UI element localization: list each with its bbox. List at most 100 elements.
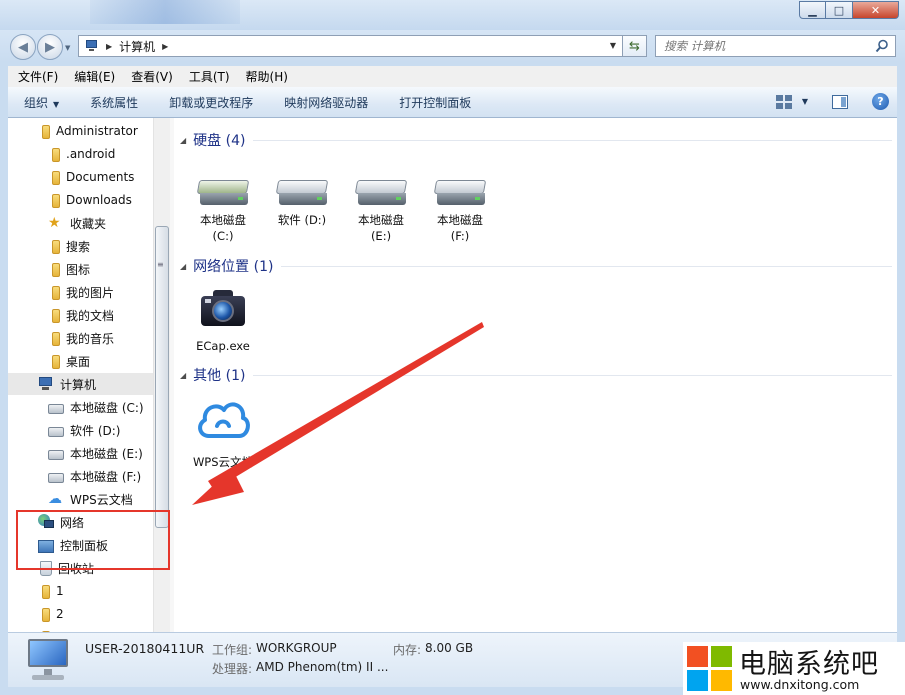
camera-icon [197, 284, 249, 334]
nav-label: 本地磁盘 (F:) [70, 469, 142, 484]
drive-tile-f[interactable]: 本地磁盘 (F:) [425, 180, 495, 244]
desktop-folder-icon [52, 354, 60, 369]
title-bar: ▁ □ ✕ [0, 0, 905, 30]
close-button[interactable]: ✕ [853, 1, 899, 19]
drive-icon [48, 472, 64, 483]
folder-icon [42, 584, 50, 599]
search-icon[interactable] [875, 39, 889, 53]
breadcrumb-computer[interactable]: 计算机 [119, 38, 155, 55]
group-header-hard-disks[interactable]: ◢ 硬盘 (4) [180, 130, 892, 150]
tile-label: (F:) [450, 229, 470, 243]
open-control-panel-button[interactable]: 打开控制面板 [379, 94, 482, 111]
nav-label: 我的文档 [66, 308, 115, 323]
group-header-other[interactable]: ◢ 其他 (1) [180, 365, 892, 385]
tile-label: (E:) [370, 229, 392, 243]
maximize-button[interactable]: □ [826, 1, 853, 19]
nav-item-my-documents[interactable]: 我的文档 [48, 304, 114, 326]
tile-label: 本地磁盘 [200, 213, 246, 227]
scrollbar-thumb[interactable] [155, 226, 169, 528]
map-network-drive-button[interactable]: 映射网络驱动器 [264, 94, 379, 111]
nav-item-favorites[interactable]: ★ 收藏夹 [48, 212, 106, 234]
memory-value: 8.00 GB [425, 641, 474, 655]
back-button[interactable]: ◀ [10, 34, 36, 60]
nav-label: Downloads [66, 193, 132, 207]
drive-tile-d[interactable]: 软件 (D:) [267, 180, 337, 228]
view-controls: ▼ ? [775, 93, 889, 110]
nav-label: 2 [56, 607, 64, 621]
drive-tile-e[interactable]: 本地磁盘 (E:) [346, 180, 416, 244]
collapse-triangle-icon[interactable]: ◢ [180, 136, 186, 145]
nav-item-drive-e[interactable]: 本地磁盘 (E:) [48, 442, 143, 464]
recent-pages-dropdown-icon[interactable]: ▼ [65, 44, 70, 52]
watermark: 电脑系统吧 www.dnxitong.com [683, 642, 905, 695]
nav-label: 图标 [66, 262, 91, 277]
tile-label: 软件 (D:) [277, 213, 327, 227]
memory-label: 内存: [393, 643, 422, 657]
breadcrumb-separator-icon[interactable]: ▶ [106, 42, 112, 51]
menu-file[interactable]: 文件(F) [10, 68, 66, 85]
window-controls: ▁ □ ✕ [799, 1, 899, 19]
menu-view[interactable]: 查看(V) [123, 68, 181, 85]
nav-item-android[interactable]: .android [48, 143, 115, 165]
nav-label: Documents [66, 170, 135, 184]
system-hard-drive-icon [196, 180, 250, 208]
nav-item-drive-f[interactable]: 本地磁盘 (F:) [48, 465, 141, 487]
grip-icon: ≡ [157, 260, 164, 269]
music-folder-icon [52, 331, 60, 346]
wps-cloud-tile[interactable]: WPS云文档 [188, 396, 258, 470]
user-folder-icon [42, 124, 50, 139]
search-box[interactable] [655, 35, 896, 57]
nav-item-documents[interactable]: Documents [48, 166, 134, 188]
menu-edit[interactable]: 编辑(E) [66, 68, 123, 85]
drive-icon [48, 426, 64, 437]
system-properties-button[interactable]: 系统属性 [70, 94, 149, 111]
forward-button[interactable]: ▶ [37, 34, 63, 60]
address-bar[interactable]: ▶ 计算机 ▶ ▼ [78, 35, 623, 57]
collapse-triangle-icon[interactable]: ◢ [180, 371, 186, 380]
drive-tile-c[interactable]: 本地磁盘 (C:) [188, 180, 258, 244]
breadcrumb-separator-icon[interactable]: ▶ [162, 42, 168, 51]
cloud-icon: ☁ [48, 491, 62, 507]
uninstall-program-button[interactable]: 卸载或更改程序 [149, 94, 264, 111]
nav-item-downloads[interactable]: Downloads [48, 189, 132, 211]
nav-item-search[interactable]: 搜索 [48, 235, 90, 257]
nav-item-drive-c[interactable]: 本地磁盘 (C:) [48, 396, 144, 418]
nav-label: 1 [56, 584, 64, 598]
wps-cloud-icon [193, 396, 253, 448]
pictures-folder-icon [52, 285, 60, 300]
help-icon[interactable]: ? [872, 93, 889, 110]
windows-logo-icon [687, 646, 733, 692]
view-options-dropdown-icon[interactable]: ▼ [802, 97, 808, 106]
preview-pane-icon[interactable] [832, 94, 848, 109]
nav-label: 本地磁盘 (E:) [70, 446, 143, 461]
group-title: 硬盘 (4) [193, 133, 246, 149]
documents-folder-icon [52, 308, 60, 323]
nav-item-music[interactable]: 我的音乐 [48, 327, 114, 349]
highlight-box [16, 510, 170, 570]
nav-item-administrator[interactable]: Administrator [38, 120, 138, 142]
group-header-network-locations[interactable]: ◢ 网络位置 (1) [180, 256, 892, 276]
ecap-tile[interactable]: ECap.exe [188, 284, 258, 354]
menu-tools[interactable]: 工具(T) [181, 68, 238, 85]
nav-item-drive-d[interactable]: 软件 (D:) [48, 419, 120, 441]
refresh-button[interactable]: ⇆ [623, 35, 647, 57]
menu-help[interactable]: 帮助(H) [238, 68, 296, 85]
nav-label: WPS云文档 [70, 492, 133, 507]
workgroup-label: 工作组: [212, 643, 253, 657]
nav-item-folder-1[interactable]: 1 [38, 580, 64, 602]
address-dropdown-icon[interactable]: ▼ [610, 41, 616, 50]
minimize-button[interactable]: ▁ [799, 1, 826, 19]
organize-button[interactable]: 组织 ▼ [8, 94, 70, 111]
nav-item-computer[interactable]: 计算机 [8, 373, 153, 395]
tile-label: WPS云文档 [192, 455, 254, 469]
change-view-icon[interactable] [775, 94, 792, 109]
nav-item-pictures[interactable]: 我的图片 [48, 281, 114, 303]
collapse-triangle-icon[interactable]: ◢ [180, 262, 186, 271]
chevron-down-icon: ▼ [53, 99, 60, 109]
nav-item-wps-cloud[interactable]: ☁ WPS云文档 [48, 488, 133, 510]
nav-item-desktop[interactable]: 桌面 [48, 350, 90, 372]
nav-item-icons[interactable]: 图标 [48, 258, 90, 280]
nav-item-folder-2[interactable]: 2 [38, 603, 64, 625]
drive-icon [48, 449, 64, 460]
search-input[interactable] [664, 39, 869, 53]
